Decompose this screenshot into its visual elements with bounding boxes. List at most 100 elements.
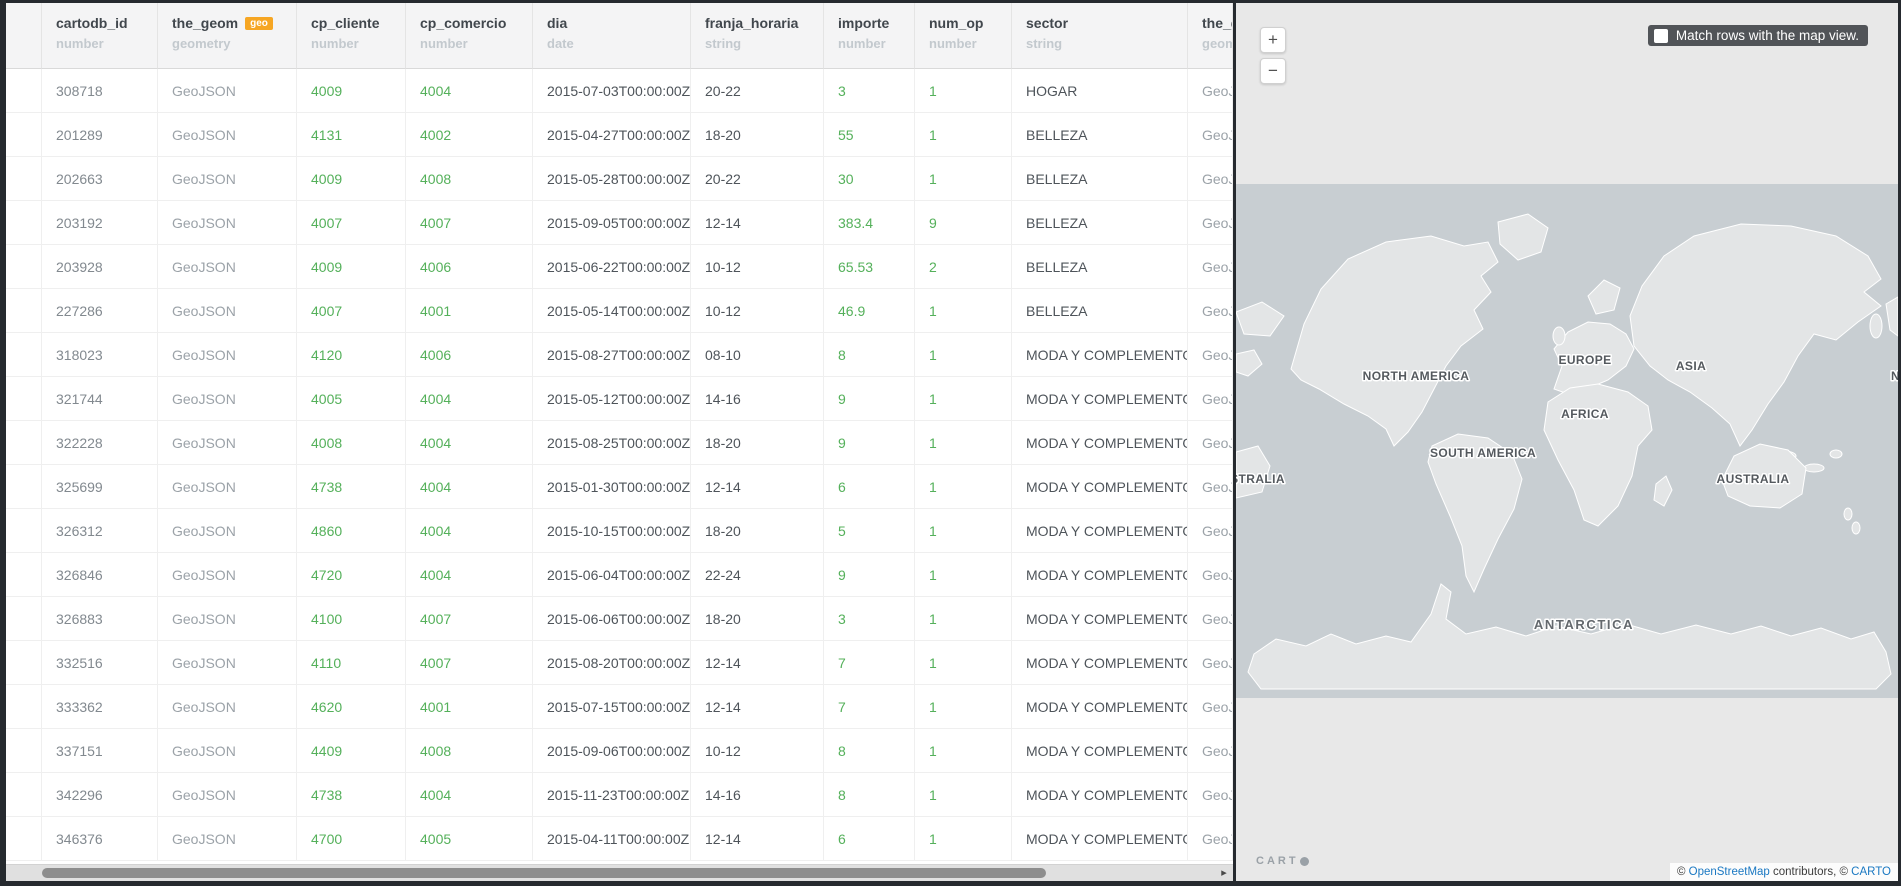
cell-sector[interactable]: MODA Y COMPLEMENTOS (1012, 333, 1188, 377)
cell-sector[interactable]: MODA Y COMPLEMENTOS (1012, 817, 1188, 861)
cell-the_g[interactable]: GeoJS (1188, 69, 1233, 113)
cell-cp_comercio[interactable]: 4008 (406, 157, 533, 201)
cell-franja_horaria[interactable]: 18-20 (691, 421, 824, 465)
cell-cartodb_id[interactable]: 326846 (42, 553, 158, 597)
cell-franja_horaria[interactable]: 08-10 (691, 333, 824, 377)
cell-sector[interactable]: MODA Y COMPLEMENTOS (1012, 377, 1188, 421)
carto-link[interactable]: CARTO (1851, 866, 1891, 878)
cell-cartodb_id[interactable]: 318023 (42, 333, 158, 377)
column-header-importe[interactable]: importe number (824, 3, 915, 69)
cell-num_op[interactable]: 1 (915, 377, 1012, 421)
cell-sector[interactable]: MODA Y COMPLEMENTOS (1012, 553, 1188, 597)
cell-cp_comercio[interactable]: 4004 (406, 421, 533, 465)
cell-cp_comercio[interactable]: 4007 (406, 201, 533, 245)
cell-cp_cliente[interactable]: 4100 (297, 597, 406, 641)
cell-cp_cliente[interactable]: 4008 (297, 421, 406, 465)
cell-the_geom[interactable]: GeoJSON (158, 641, 297, 685)
cell-the_g[interactable]: GeoJS (1188, 597, 1233, 641)
cell-sector[interactable]: MODA Y COMPLEMENTOS (1012, 773, 1188, 817)
cell-dia[interactable]: 2015-11-23T00:00:00Z (533, 773, 691, 817)
cell-num_op[interactable]: 1 (915, 289, 1012, 333)
cell-franja_horaria[interactable]: 12-14 (691, 817, 824, 861)
cell-franja_horaria[interactable]: 18-20 (691, 597, 824, 641)
cell-num_op[interactable]: 2 (915, 245, 1012, 289)
cell-importe[interactable]: 6 (824, 465, 915, 509)
cell-dia[interactable]: 2015-06-22T00:00:00Z (533, 245, 691, 289)
cell-num_op[interactable]: 1 (915, 509, 1012, 553)
cell-the_geom[interactable]: GeoJSON (158, 817, 297, 861)
column-header-cp_cliente[interactable]: cp_cliente number (297, 3, 406, 69)
cell-franja_horaria[interactable]: 22-24 (691, 553, 824, 597)
cell-num_op[interactable]: 1 (915, 641, 1012, 685)
cell-the_g[interactable]: GeoJS (1188, 729, 1233, 773)
cell-cartodb_id[interactable]: 227286 (42, 289, 158, 333)
cell-cp_cliente[interactable]: 4738 (297, 465, 406, 509)
cell-num_op[interactable]: 1 (915, 729, 1012, 773)
cell-cp_cliente[interactable]: 4131 (297, 113, 406, 157)
cell-importe[interactable]: 46.9 (824, 289, 915, 333)
cell-the_geom[interactable]: GeoJSON (158, 113, 297, 157)
cell-franja_horaria[interactable]: 14-16 (691, 773, 824, 817)
zoom-in-button[interactable]: + (1260, 27, 1286, 53)
cell-cartodb_id[interactable]: 326883 (42, 597, 158, 641)
cell-importe[interactable]: 9 (824, 421, 915, 465)
cell-the_geom[interactable]: GeoJSON (158, 69, 297, 113)
cell-cartodb_id[interactable]: 332516 (42, 641, 158, 685)
cell-sector[interactable]: BELLEZA (1012, 289, 1188, 333)
cell-importe[interactable]: 3 (824, 69, 915, 113)
cell-dia[interactable]: 2015-10-15T00:00:00Z (533, 509, 691, 553)
cell-cp_comercio[interactable]: 4004 (406, 553, 533, 597)
cell-the_geom[interactable]: GeoJSON (158, 157, 297, 201)
cell-importe[interactable]: 6 (824, 817, 915, 861)
cell-cartodb_id[interactable]: 202663 (42, 157, 158, 201)
cell-cartodb_id[interactable]: 321744 (42, 377, 158, 421)
cell-num_op[interactable]: 1 (915, 773, 1012, 817)
cell-cartodb_id[interactable]: 342296 (42, 773, 158, 817)
cell-the_geom[interactable]: GeoJSON (158, 333, 297, 377)
cell-cp_cliente[interactable]: 4009 (297, 157, 406, 201)
cell-cp_cliente[interactable]: 4700 (297, 817, 406, 861)
cell-the_geom[interactable]: GeoJSON (158, 729, 297, 773)
cell-cartodb_id[interactable]: 308718 (42, 69, 158, 113)
cell-cartodb_id[interactable]: 333362 (42, 685, 158, 729)
cell-franja_horaria[interactable]: 12-14 (691, 641, 824, 685)
cell-num_op[interactable]: 1 (915, 465, 1012, 509)
cell-dia[interactable]: 2015-05-28T00:00:00Z (533, 157, 691, 201)
cell-importe[interactable]: 30 (824, 157, 915, 201)
cell-dia[interactable]: 2015-05-14T00:00:00Z (533, 289, 691, 333)
cell-num_op[interactable]: 1 (915, 113, 1012, 157)
zoom-out-button[interactable]: − (1260, 58, 1286, 84)
cell-franja_horaria[interactable]: 10-12 (691, 729, 824, 773)
cell-dia[interactable]: 2015-07-03T00:00:00Z (533, 69, 691, 113)
cell-the_g[interactable]: GeoJS (1188, 509, 1233, 553)
cell-num_op[interactable]: 1 (915, 685, 1012, 729)
cell-franja_horaria[interactable]: 12-14 (691, 465, 824, 509)
cell-cartodb_id[interactable]: 346376 (42, 817, 158, 861)
cell-cp_cliente[interactable]: 4110 (297, 641, 406, 685)
cell-cartodb_id[interactable]: 203928 (42, 245, 158, 289)
cell-cartodb_id[interactable]: 337151 (42, 729, 158, 773)
cell-dia[interactable]: 2015-06-06T00:00:00Z (533, 597, 691, 641)
cell-cp_comercio[interactable]: 4002 (406, 113, 533, 157)
cell-cp_cliente[interactable]: 4007 (297, 289, 406, 333)
cell-sector[interactable]: MODA Y COMPLEMENTOS (1012, 509, 1188, 553)
cell-importe[interactable]: 65.53 (824, 245, 915, 289)
cell-the_g[interactable]: GeoJS (1188, 201, 1233, 245)
cell-importe[interactable]: 9 (824, 553, 915, 597)
cell-franja_horaria[interactable]: 18-20 (691, 113, 824, 157)
cell-dia[interactable]: 2015-05-12T00:00:00Z (533, 377, 691, 421)
cell-sector[interactable]: BELLEZA (1012, 157, 1188, 201)
cell-the_g[interactable]: GeoJS (1188, 817, 1233, 861)
cell-the_geom[interactable]: GeoJSON (158, 201, 297, 245)
cell-sector[interactable]: MODA Y COMPLEMENTOS (1012, 729, 1188, 773)
cell-importe[interactable]: 8 (824, 729, 915, 773)
osm-link[interactable]: OpenStreetMap (1689, 866, 1770, 878)
cell-the_g[interactable]: GeoJS (1188, 245, 1233, 289)
cell-dia[interactable]: 2015-07-15T00:00:00Z (533, 685, 691, 729)
cell-the_g[interactable]: GeoJS (1188, 465, 1233, 509)
cell-the_g[interactable]: GeoJS (1188, 333, 1233, 377)
cell-sector[interactable]: MODA Y COMPLEMENTOS (1012, 641, 1188, 685)
cell-dia[interactable]: 2015-08-25T00:00:00Z (533, 421, 691, 465)
cell-franja_horaria[interactable]: 14-16 (691, 377, 824, 421)
cell-franja_horaria[interactable]: 12-14 (691, 201, 824, 245)
